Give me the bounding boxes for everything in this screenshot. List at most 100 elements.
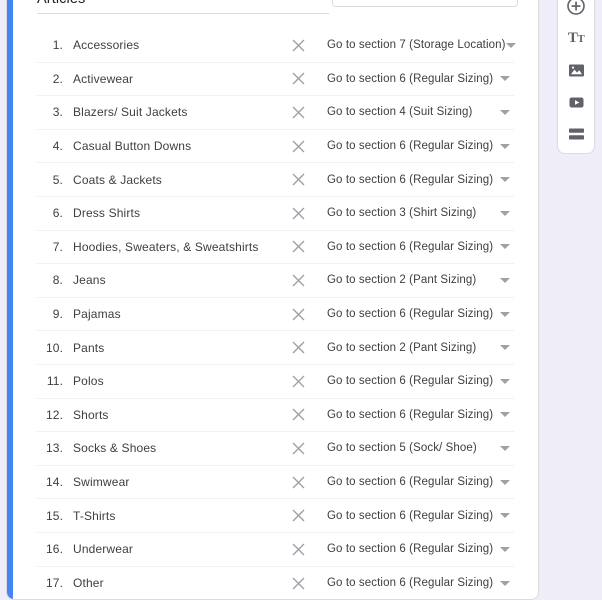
chevron-down-icon bbox=[500, 445, 510, 451]
option-label[interactable]: Dress Shirts bbox=[73, 206, 287, 220]
question-title[interactable]: Articles bbox=[37, 0, 329, 14]
goto-section-select[interactable]: Go to section 2 (Pant Sizing) bbox=[327, 342, 514, 354]
option-row[interactable]: 15. T-Shirts Go to section 6 (Regular Sizi… bbox=[37, 499, 514, 533]
goto-section-select[interactable]: Go to section 6 (Regular Sizing) bbox=[327, 375, 514, 387]
question-type-select[interactable]: Dropdown bbox=[332, 0, 518, 7]
option-row[interactable]: 14. Swimwear Go to section 6 (Regular Sizi… bbox=[37, 466, 514, 500]
option-label[interactable]: Shorts bbox=[73, 408, 287, 422]
add-video-button[interactable] bbox=[559, 89, 593, 115]
goto-section-select[interactable]: Go to section 3 (Shirt Sizing) bbox=[327, 207, 514, 219]
option-row[interactable]: 7. Hoodies, Sweaters, & Sweatshirts Go to … bbox=[37, 231, 514, 265]
option-row[interactable]: 10. Pants Go to section 2 (Pant Sizing) bbox=[37, 331, 514, 365]
remove-option-button[interactable] bbox=[287, 303, 309, 325]
option-index: 15. bbox=[46, 508, 63, 523]
option-row[interactable]: 1. Accessories Go to section 7 (Storage Lo… bbox=[37, 29, 516, 63]
option-label[interactable]: Coats & Jackets bbox=[73, 173, 287, 187]
option-label[interactable]: Jeans bbox=[73, 273, 287, 287]
chevron-down-icon bbox=[500, 479, 510, 485]
goto-section-select[interactable]: Go to section 6 (Regular Sizing) bbox=[327, 543, 514, 555]
goto-section-label: Go to section 3 (Shirt Sizing) bbox=[327, 207, 477, 220]
option-label[interactable]: Blazers/ Suit Jackets bbox=[73, 105, 287, 119]
option-label[interactable]: Pajamas bbox=[73, 307, 287, 321]
option-row[interactable]: 9. Pajamas Go to section 6 (Regular Sizing… bbox=[37, 298, 514, 332]
chevron-down-icon bbox=[500, 546, 510, 552]
remove-option-button[interactable] bbox=[287, 337, 309, 359]
option-row[interactable]: 2. Activewear Go to section 6 (Regular Siz… bbox=[37, 63, 514, 97]
goto-section-select[interactable]: Go to section 6 (Regular Sizing) bbox=[327, 409, 514, 421]
option-row[interactable]: 5. Coats & Jackets Go to section 6 (Regula… bbox=[37, 163, 514, 197]
option-label[interactable]: T-Shirts bbox=[73, 509, 287, 523]
remove-option-button[interactable] bbox=[287, 34, 309, 56]
goto-section-label: Go to section 6 (Regular Sizing) bbox=[327, 173, 494, 186]
option-label[interactable]: Pants bbox=[73, 341, 287, 355]
option-row[interactable]: 8. Jeans Go to section 2 (Pant Sizing) bbox=[37, 264, 514, 298]
remove-option-button[interactable] bbox=[287, 505, 309, 527]
add-title-button[interactable]: TT bbox=[559, 25, 593, 51]
goto-section-select[interactable]: Go to section 6 (Regular Sizing) bbox=[327, 577, 514, 589]
remove-option-button[interactable] bbox=[287, 236, 309, 258]
option-label[interactable]: Accessories bbox=[73, 38, 287, 52]
option-row[interactable]: 12. Shorts Go to section 6 (Regular Sizing… bbox=[37, 399, 514, 433]
option-label[interactable]: Swimwear bbox=[73, 475, 287, 489]
goto-section-select[interactable]: Go to section 6 (Regular Sizing) bbox=[327, 174, 514, 186]
add-question-button[interactable] bbox=[559, 0, 593, 19]
image-icon bbox=[568, 62, 585, 79]
remove-option-button[interactable] bbox=[287, 404, 309, 426]
close-icon bbox=[291, 206, 306, 221]
option-label[interactable]: Casual Button Downs bbox=[73, 139, 287, 153]
goto-section-select[interactable]: Go to section 6 (Regular Sizing) bbox=[327, 140, 514, 152]
close-icon bbox=[291, 542, 306, 557]
goto-section-select[interactable]: Go to section 6 (Regular Sizing) bbox=[327, 241, 514, 253]
options-list: 1. Accessories Go to section 7 (Storage Lo… bbox=[37, 29, 516, 600]
close-icon bbox=[291, 38, 306, 53]
question-card[interactable]: Articles Dropdown 1. Accessories Go to sec… bbox=[6, 0, 539, 600]
add-section-button[interactable] bbox=[559, 121, 593, 147]
close-icon bbox=[291, 139, 306, 154]
forms-editor-canvas: Articles Dropdown 1. Accessories Go to sec… bbox=[0, 0, 602, 600]
remove-option-button[interactable] bbox=[287, 370, 309, 392]
goto-section-label: Go to section 2 (Pant Sizing) bbox=[327, 274, 477, 287]
remove-option-button[interactable] bbox=[287, 538, 309, 560]
editor-toolbar: TT bbox=[557, 0, 595, 154]
title-text-icon: TT bbox=[567, 29, 585, 46]
option-label[interactable]: Polos bbox=[73, 374, 287, 388]
remove-option-button[interactable] bbox=[287, 269, 309, 291]
chevron-down-icon bbox=[500, 412, 510, 418]
goto-section-select[interactable]: Go to section 7 (Storage Location) bbox=[327, 39, 516, 51]
option-row[interactable]: 17. Other Go to section 6 (Regular Sizing) bbox=[37, 567, 514, 600]
option-row[interactable]: 6. Dress Shirts Go to section 3 (Shirt Siz… bbox=[37, 197, 514, 231]
option-label[interactable]: Underwear bbox=[73, 542, 287, 556]
goto-section-select[interactable]: Go to section 6 (Regular Sizing) bbox=[327, 476, 514, 488]
option-row[interactable]: 11. Polos Go to section 6 (Regular Sizing) bbox=[37, 365, 514, 399]
option-label[interactable]: Hoodies, Sweaters, & Sweatshirts bbox=[73, 240, 287, 254]
option-row[interactable]: 4. Casual Button Downs Go to section 6 (Re… bbox=[37, 130, 514, 164]
option-label[interactable]: Other bbox=[73, 576, 287, 590]
goto-section-select[interactable]: Go to section 6 (Regular Sizing) bbox=[327, 73, 514, 85]
remove-option-button[interactable] bbox=[287, 572, 309, 594]
remove-option-button[interactable] bbox=[287, 202, 309, 224]
goto-section-select[interactable]: Go to section 6 (Regular Sizing) bbox=[327, 308, 514, 320]
goto-section-select[interactable]: Go to section 5 (Sock/ Shoe) bbox=[327, 442, 514, 454]
option-row[interactable]: 16. Underwear Go to section 6 (Regular Siz… bbox=[37, 533, 514, 567]
remove-option-button[interactable] bbox=[287, 169, 309, 191]
option-label[interactable]: Activewear bbox=[73, 72, 287, 86]
remove-option-button[interactable] bbox=[287, 437, 309, 459]
goto-section-select[interactable]: Go to section 4 (Suit Sizing) bbox=[327, 106, 514, 118]
goto-section-select[interactable]: Go to section 6 (Regular Sizing) bbox=[327, 510, 514, 522]
option-label[interactable]: Socks & Shoes bbox=[73, 441, 287, 455]
add-image-button[interactable] bbox=[559, 57, 593, 83]
option-row[interactable]: 3. Blazers/ Suit Jackets Go to section 4 (… bbox=[37, 96, 514, 130]
close-icon bbox=[291, 172, 306, 187]
option-index: 12. bbox=[46, 407, 63, 422]
goto-section-label: Go to section 6 (Regular Sizing) bbox=[327, 375, 494, 388]
remove-option-button[interactable] bbox=[287, 101, 309, 123]
option-index: 9. bbox=[52, 307, 63, 322]
remove-option-button[interactable] bbox=[287, 68, 309, 90]
goto-section-select[interactable]: Go to section 2 (Pant Sizing) bbox=[327, 274, 514, 286]
option-row[interactable]: 13. Socks & Shoes Go to section 5 (Sock/ S… bbox=[37, 432, 514, 466]
chevron-down-icon bbox=[500, 143, 510, 149]
chevron-down-icon bbox=[500, 244, 510, 250]
remove-option-button[interactable] bbox=[287, 135, 309, 157]
chevron-down-icon bbox=[500, 378, 510, 384]
remove-option-button[interactable] bbox=[287, 471, 309, 493]
